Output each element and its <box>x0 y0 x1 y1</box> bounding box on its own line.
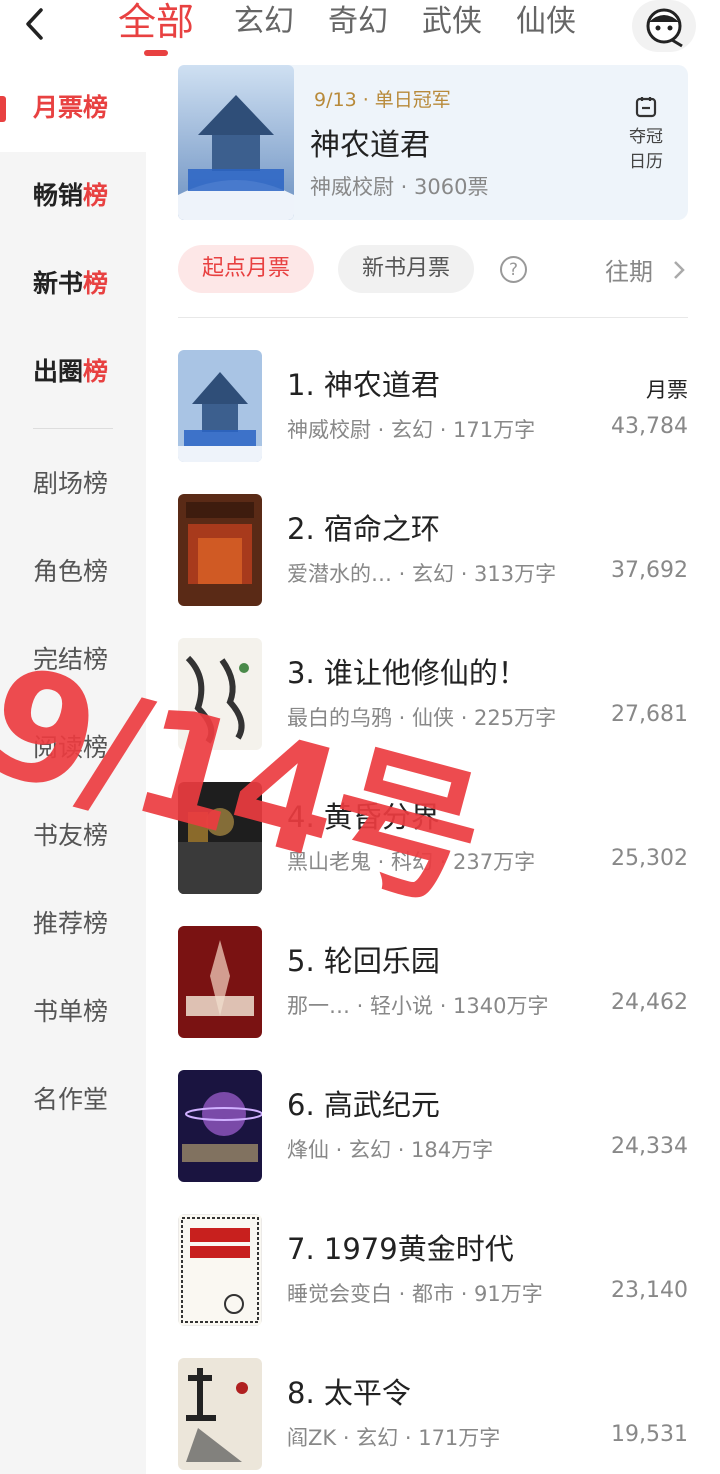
votes-header: 月票 <box>646 378 688 402</box>
book-cover <box>178 1358 262 1470</box>
vote-count: 24,462 <box>611 990 688 1015</box>
book-meta: 爱潜水的… · 玄幻 · 313万字 <box>287 562 557 586</box>
tab-all-label: 全部 <box>118 0 195 44</box>
list-item[interactable]: 8. 太平令 阎ZK · 玄幻 · 171万字 19,531 <box>178 1358 688 1470</box>
book-meta: 睡觉会变白 · 都市 · 91万字 <box>287 1282 543 1306</box>
champion-book-title: 神农道君 <box>310 128 430 163</box>
sidebar-item-hall-of-fame[interactable]: 名作堂 <box>0 1056 146 1144</box>
vote-count: 43,784 <box>611 414 688 439</box>
book-cover <box>178 926 262 1038</box>
tab-qihuan[interactable]: 奇幻 <box>311 0 405 46</box>
vote-count: 27,681 <box>611 702 688 727</box>
tab-xianxia[interactable]: 仙侠 <box>499 0 593 46</box>
book-title: 6. 高武纪元 <box>287 1088 440 1122</box>
book-cover <box>178 1070 262 1182</box>
sidebar-item-monthly-ticket[interactable]: 月票榜 <box>0 64 146 152</box>
calendar-icon <box>635 97 657 118</box>
tab-wuxia[interactable]: 武侠 <box>405 0 499 46</box>
calendar-label-1: 夺冠 <box>629 127 663 147</box>
book-cover <box>178 494 262 606</box>
book-meta: 神威校尉 · 玄幻 · 171万字 <box>287 418 536 442</box>
sidebar-item-character[interactable]: 角色榜 <box>0 528 146 616</box>
sidebar-item-bestseller[interactable]: 畅销榜 <box>0 152 146 240</box>
book-cover <box>178 1214 262 1326</box>
vote-count: 24,334 <box>611 1134 688 1159</box>
sidebar-item-suffix: 榜 <box>83 269 109 298</box>
daily-champion-card[interactable]: 9/13 · 单日冠军 神农道君 神威校尉 · 3060票 夺冠 日历 <box>178 65 688 220</box>
sidebar-item-breakout[interactable]: 出圈榜 <box>0 328 146 416</box>
book-meta: 那一… · 轻小说 · 1340万字 <box>287 994 549 1018</box>
sidebar-divider <box>33 428 113 429</box>
champion-book-subtitle: 神威校尉 · 3060票 <box>310 175 489 199</box>
list-item[interactable]: 2. 宿命之环 爱潜水的… · 玄幻 · 313万字 37,692 <box>178 494 688 606</box>
chevron-right-icon <box>674 261 685 279</box>
sidebar-item-suffix: 榜 <box>83 181 109 210</box>
help-icon[interactable]: ? <box>500 256 527 283</box>
user-avatar-icon <box>646 8 683 48</box>
filter-new-book-monthly[interactable]: 新书月票 <box>338 245 475 293</box>
book-meta: 烽仙 · 玄幻 · 184万字 <box>287 1138 494 1162</box>
category-tabs: 全部 玄幻 奇幻 武侠 仙侠 <box>118 0 593 58</box>
champion-badge: 9/13 · 单日冠军 <box>314 89 451 111</box>
champion-calendar-button[interactable]: 夺冠 日历 <box>616 95 676 175</box>
list-item[interactable]: 5. 轮回乐园 那一… · 轻小说 · 1340万字 24,462 <box>178 926 688 1038</box>
book-title: 1. 神农道君 <box>287 368 440 402</box>
sidebar-item-recommend[interactable]: 推荐榜 <box>0 880 146 968</box>
list-item[interactable]: 1. 神农道君 月票 神威校尉 · 玄幻 · 171万字 43,784 <box>178 350 688 462</box>
book-title: 2. 宿命之环 <box>287 512 440 546</box>
past-rankings-link[interactable]: 往期 <box>605 252 653 287</box>
list-item[interactable]: 6. 高武纪元 烽仙 · 玄幻 · 184万字 24,334 <box>178 1070 688 1182</box>
divider <box>178 317 688 318</box>
sidebar-item-label: 畅销 <box>33 181 84 210</box>
sidebar-item-label: 新书 <box>33 269 84 298</box>
sidebar-item-label: 月票 <box>33 93 84 122</box>
list-item[interactable]: 7. 1979黄金时代 睡觉会变白 · 都市 · 91万字 23,140 <box>178 1214 688 1326</box>
book-meta: 阎ZK · 玄幻 · 171万字 <box>287 1426 501 1450</box>
vote-count: 25,302 <box>611 846 688 871</box>
tab-all[interactable]: 全部 <box>118 0 197 56</box>
tab-xuanhuan[interactable]: 玄幻 <box>217 0 311 46</box>
book-cover <box>178 350 262 462</box>
vote-count: 19,531 <box>611 1422 688 1447</box>
book-cover <box>178 65 294 220</box>
back-chevron-icon[interactable] <box>18 6 54 42</box>
sidebar-item-suffix: 榜 <box>83 357 109 386</box>
book-title: 7. 1979黄金时代 <box>287 1232 514 1266</box>
sidebar-item-new-book[interactable]: 新书榜 <box>0 240 146 328</box>
filter-qidian-monthly[interactable]: 起点月票 <box>178 245 315 293</box>
user-avatar-button[interactable] <box>632 0 696 52</box>
sidebar-item-suffix: 榜 <box>83 93 109 122</box>
sidebar-item-theater[interactable]: 剧场榜 <box>0 440 146 528</box>
sidebar-item-booklist[interactable]: 书单榜 <box>0 968 146 1056</box>
top-bar: 全部 玄幻 奇幻 武侠 仙侠 <box>0 0 720 58</box>
vote-count: 23,140 <box>611 1278 688 1303</box>
sidebar-item-label: 出圈 <box>33 357 84 386</box>
vote-count: 37,692 <box>611 558 688 583</box>
book-title: 8. 太平令 <box>287 1376 411 1410</box>
tab-active-indicator <box>144 50 168 56</box>
calendar-label-2: 日历 <box>629 152 663 172</box>
book-title: 5. 轮回乐园 <box>287 944 440 978</box>
